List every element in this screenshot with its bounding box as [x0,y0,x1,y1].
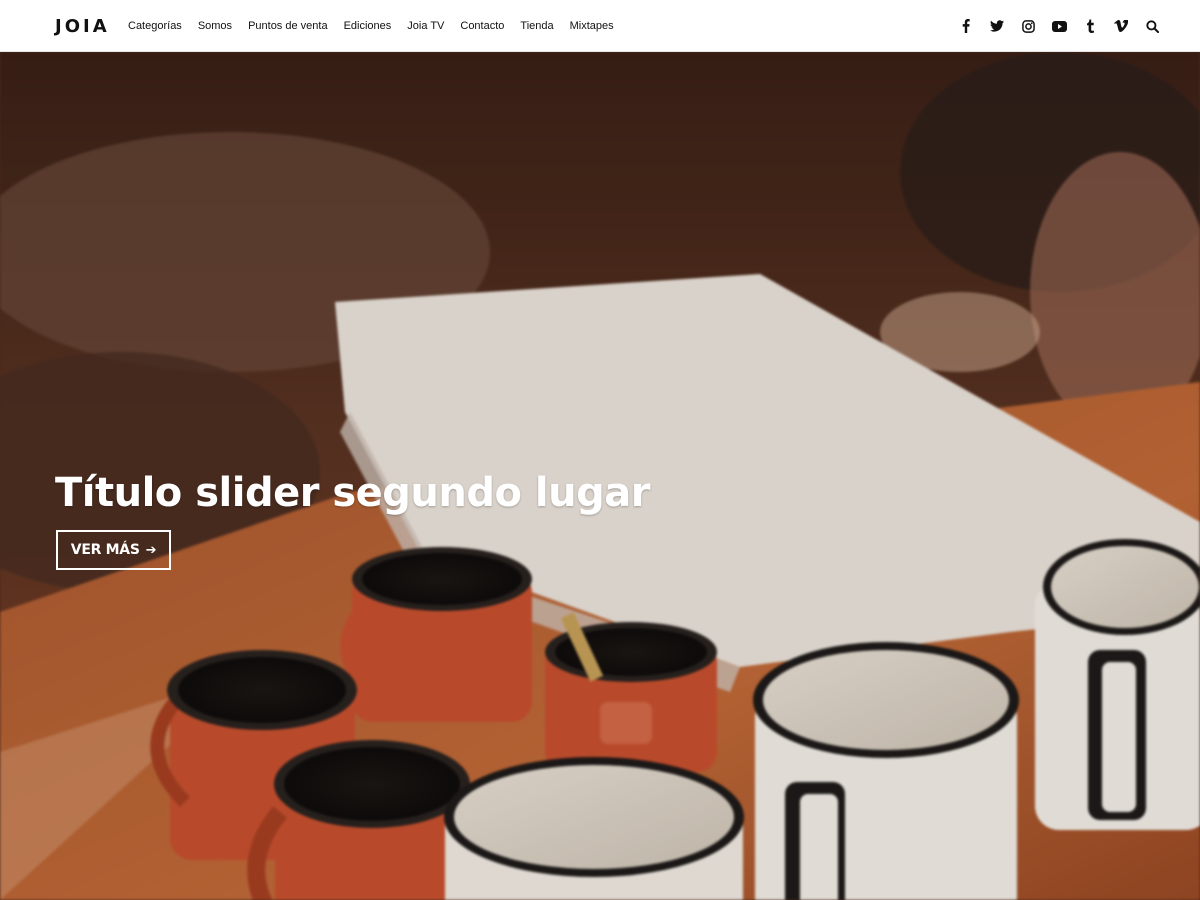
nav-item-puntos-de-venta[interactable]: Puntos de venta [248,20,328,32]
youtube-icon[interactable] [1051,18,1067,34]
nav-item-contacto[interactable]: Contacto [460,20,504,32]
site-logo[interactable]: JOIA [55,16,110,38]
hero-title: Título slider segundo lugar [55,470,650,516]
vimeo-icon[interactable] [1113,18,1129,34]
twitter-icon[interactable] [989,18,1005,34]
nav-item-tienda[interactable]: Tienda [520,20,553,32]
nav-item-joia-tv[interactable]: Joia TV [407,20,444,32]
facebook-icon[interactable] [958,18,974,34]
nav-item-mixtapes[interactable]: Mixtapes [570,20,614,32]
search-icon[interactable] [1144,18,1160,34]
instagram-icon[interactable] [1020,18,1036,34]
ver-mas-label: VER MÁS [70,542,140,558]
main-nav: Categorías Somos Puntos de venta Edicion… [128,0,630,52]
nav-item-categorias[interactable]: Categorías [128,20,182,32]
nav-item-ediciones[interactable]: Ediciones [344,20,392,32]
arrow-right-icon: ➔ [145,542,157,558]
hero-slider: Título slider segundo lugar VER MÁS ➔ [0,52,1200,900]
social-links [943,0,1160,52]
nav-item-somos[interactable]: Somos [198,20,232,32]
top-navigation-bar: JOIA Categorías Somos Puntos de venta Ed… [0,0,1200,52]
ver-mas-button[interactable]: VER MÁS ➔ [56,530,171,570]
tumblr-icon[interactable] [1082,18,1098,34]
